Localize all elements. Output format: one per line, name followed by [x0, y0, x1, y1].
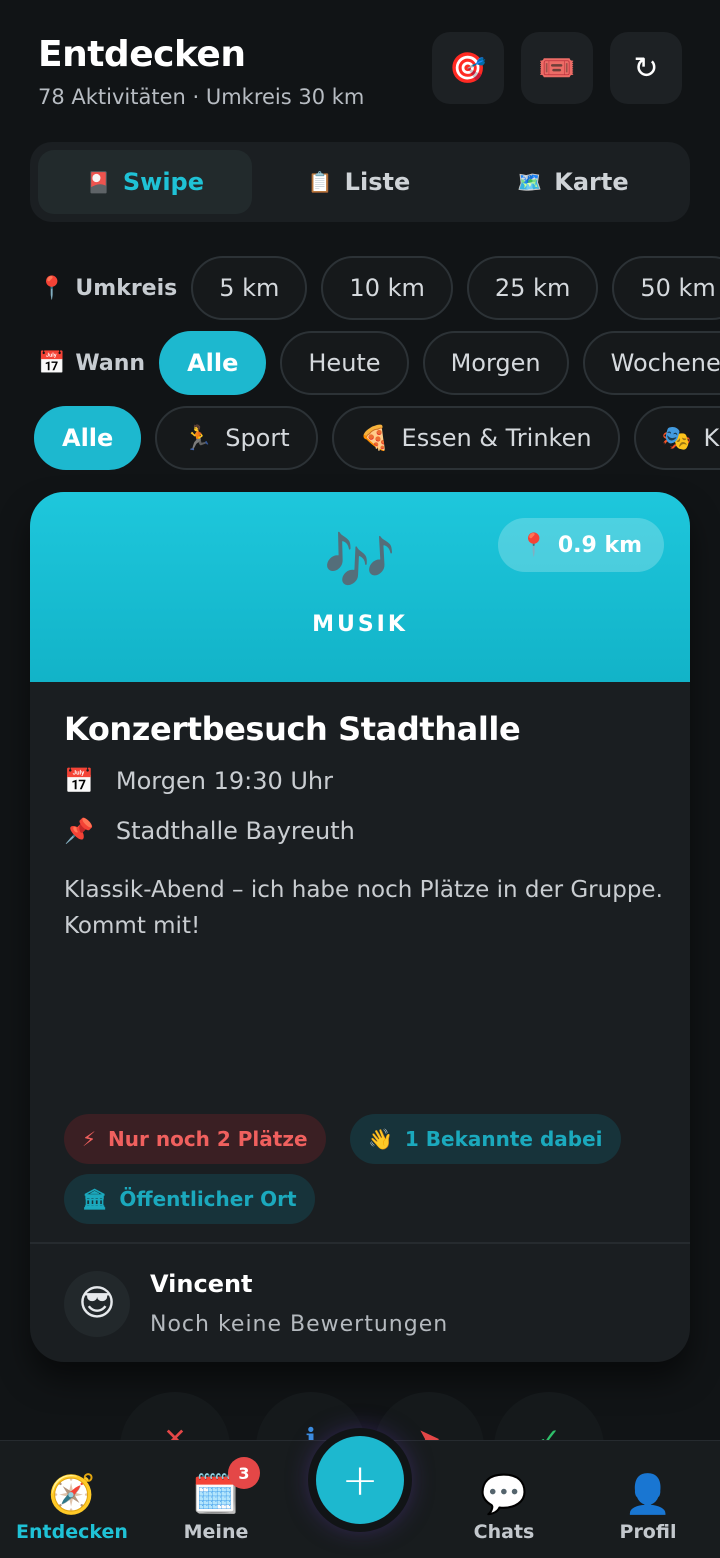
public-place-badge: 🏛 Öffentlicher Ort: [64, 1174, 315, 1224]
tab-liste[interactable]: 📋 Liste: [252, 150, 466, 214]
lightning-icon: ⚡: [82, 1127, 97, 1151]
when-filter-row: 📅 Wann Alle Heute Morgen Wochenende: [0, 330, 720, 396]
ticket-button[interactable]: 🎟️: [521, 32, 593, 104]
activity-location: 📌 Stadthalle Bayreuth: [64, 817, 355, 845]
radius-filter-label: 📍 Umkreis: [38, 276, 177, 301]
card-divider: [30, 1242, 690, 1244]
swipe-icon: 🎴: [85, 170, 111, 194]
activity-card[interactable]: 🎶 MUSIK 📍 0.9 km Konzertbesuch Stadthall…: [30, 492, 690, 1362]
when-chip-alle[interactable]: Alle: [159, 331, 267, 395]
building-icon: 🏛: [82, 1187, 108, 1211]
category-chip-alle-label: Alle: [62, 424, 114, 452]
category-chip-essen-label: Essen & Trinken: [401, 424, 592, 452]
activity-date-text: Morgen 19:30 Uhr: [115, 767, 334, 795]
radius-label-text: Umkreis: [75, 275, 178, 301]
page-subtitle: 78 Aktivitäten · Umkreis 30 km: [38, 85, 365, 109]
activity-title: Konzertbesuch Stadthalle: [64, 710, 521, 748]
distance-value: 0.9 km: [557, 532, 642, 558]
waving-hand-icon: 👋: [368, 1127, 393, 1151]
activity-location-text: Stadthalle Bayreuth: [115, 817, 355, 845]
pizza-icon: 🍕: [359, 424, 390, 452]
category-chip-kultur[interactable]: 🎭 Kultur: [633, 406, 720, 470]
category-chip-sport-label: Sport: [225, 424, 290, 452]
tab-karte[interactable]: 🗺️ Karte: [466, 150, 680, 214]
radius-filter-row: 📍 Umkreis 5 km 10 km 25 km 50 km: [0, 255, 720, 321]
tab-meine[interactable]: 🗓️ Meine 3: [144, 1441, 288, 1558]
card-category: MUSIK: [312, 612, 408, 637]
clipboard-icon: 📋: [307, 170, 333, 194]
pin-icon: 📍: [520, 532, 548, 558]
avatar: 😎: [64, 1270, 130, 1337]
refresh-icon: ↻: [633, 50, 659, 86]
public-place-text: Öffentlicher Ort: [119, 1187, 297, 1211]
calendar-icon: 📅: [64, 767, 94, 795]
when-chip-morgen[interactable]: Morgen: [422, 331, 569, 395]
when-chip-wochenende[interactable]: Wochenende: [582, 331, 720, 395]
friends-badge: 👋 1 Bekannte dabei: [350, 1114, 621, 1164]
tab-karte-label: Karte: [554, 168, 629, 196]
spots-left-badge: ⚡ Nur noch 2 Plätze: [64, 1114, 326, 1164]
radius-chip-10[interactable]: 10 km: [321, 256, 453, 320]
tab-swipe[interactable]: 🎴 Swipe: [38, 150, 252, 214]
when-label-text: Wann: [75, 350, 146, 376]
chat-bubble-icon: 💬: [480, 1472, 528, 1516]
map-icon: 🗺️: [517, 170, 543, 194]
tab-chats[interactable]: 💬 Chats: [432, 1441, 576, 1558]
tab-profil[interactable]: 👤 Profil: [576, 1441, 720, 1558]
notification-count-badge: 3: [228, 1457, 260, 1489]
host-info[interactable]: 😎 Vincent Noch keine Bewertungen: [64, 1270, 448, 1337]
refresh-button[interactable]: ↻: [610, 32, 682, 104]
target-button[interactable]: 🎯: [432, 32, 504, 104]
page-title: Entdecken: [38, 34, 246, 75]
ticket-icon: 🎟️: [538, 50, 576, 86]
radius-chip-50[interactable]: 50 km: [612, 256, 720, 320]
activity-description: Klassik-Abend – ich habe noch Plätze in …: [64, 877, 663, 939]
runner-icon: 🏃: [183, 424, 214, 452]
when-chip-heute[interactable]: Heute: [280, 331, 409, 395]
category-chip-sport[interactable]: 🏃 Sport: [155, 406, 318, 470]
category-chip-kultur-label: Kultur: [703, 424, 720, 452]
target-icon: 🎯: [449, 50, 487, 86]
category-chip-essen[interactable]: 🍕 Essen & Trinken: [331, 406, 620, 470]
pin-icon: 📍: [38, 275, 66, 301]
friends-text: 1 Bekannte dabei: [404, 1127, 603, 1151]
pushpin-icon: 📌: [64, 817, 94, 845]
tab-liste-label: Liste: [344, 168, 411, 196]
tab-entdecken[interactable]: 🧭 Entdecken: [0, 1441, 144, 1558]
category-chip-alle[interactable]: Alle: [34, 406, 142, 470]
radius-chip-25[interactable]: 25 km: [466, 256, 599, 320]
create-activity-button[interactable]: +: [316, 1436, 404, 1524]
theater-masks-icon: 🎭: [661, 424, 692, 452]
distance-badge: 📍 0.9 km: [498, 518, 664, 572]
when-filter-label: 📅 Wann: [38, 351, 145, 376]
user-icon: 👤: [624, 1472, 672, 1516]
spots-left-text: Nur noch 2 Plätze: [108, 1127, 308, 1151]
radius-chip-5[interactable]: 5 km: [191, 256, 308, 320]
category-filter-row: Alle 🏃 Sport 🍕 Essen & Trinken 🎭 Kultur: [0, 405, 720, 471]
host-name: Vincent: [150, 1270, 253, 1298]
activity-date: 📅 Morgen 19:30 Uhr: [64, 767, 333, 795]
host-rating: Noch keine Bewertungen: [150, 1312, 449, 1337]
view-switcher: 🎴 Swipe 📋 Liste 🗺️ Karte: [30, 142, 690, 222]
card-banner: 🎶 MUSIK 📍 0.9 km: [30, 492, 690, 682]
tab-meine-label: Meine: [183, 1521, 249, 1543]
tab-chats-label: Chats: [473, 1521, 535, 1543]
tab-profil-label: Profil: [619, 1521, 677, 1543]
page-header: Entdecken 78 Aktivitäten · Umkreis 30 km: [38, 34, 364, 109]
calendar-icon: 📅: [38, 350, 66, 376]
compass-icon: 🧭: [48, 1472, 96, 1516]
tab-entdecken-label: Entdecken: [16, 1521, 128, 1543]
tab-swipe-label: Swipe: [122, 168, 205, 196]
plus-icon: +: [341, 1454, 379, 1506]
